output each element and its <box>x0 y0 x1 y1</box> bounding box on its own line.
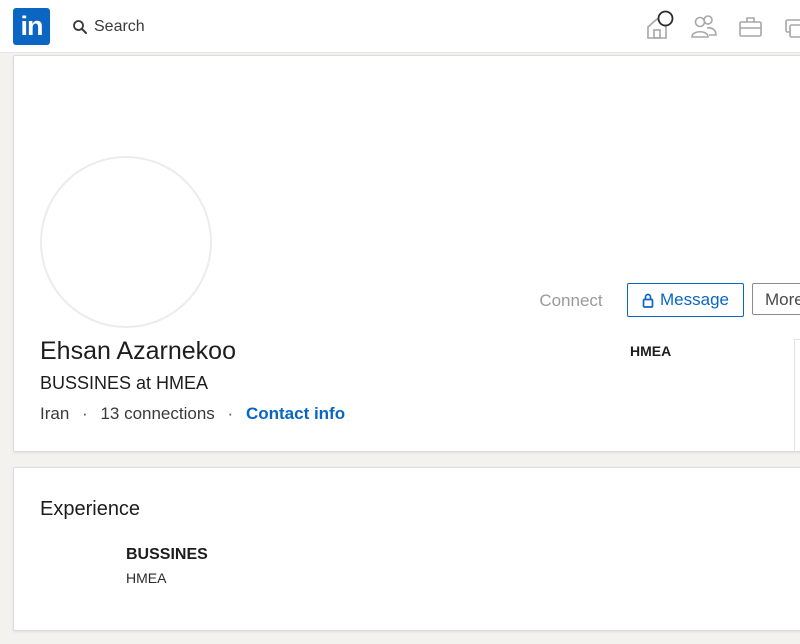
messaging-icon[interactable] <box>784 10 800 42</box>
jobs-icon[interactable] <box>737 10 767 42</box>
side-panel <box>794 339 800 450</box>
search-icon <box>73 20 87 34</box>
search-bar[interactable]: Search <box>72 16 145 38</box>
search-label: Search <box>94 18 145 35</box>
top-nav-bar: in Search <box>0 0 800 53</box>
avatar[interactable] <box>40 156 212 328</box>
separator-dot: · <box>82 404 88 423</box>
location: Iran <box>40 404 70 423</box>
lock-icon <box>642 293 654 308</box>
separator-dot: · <box>227 404 234 423</box>
profile-card: Connect Message More Ehsan Azarnekoo BUS… <box>13 55 800 452</box>
message-label: Message <box>660 290 729 309</box>
experience-company: HMEA <box>126 570 167 586</box>
my-network-icon[interactable] <box>690 10 720 42</box>
profile-headline: BUSSINES at HMEA <box>40 373 209 393</box>
current-company[interactable]: HMEA <box>630 343 671 359</box>
experience-role: BUSSINES <box>126 546 208 563</box>
connect-button[interactable]: Connect <box>526 286 616 316</box>
experience-card: Experience BUSSINES HMEA <box>13 467 800 631</box>
contact-info-link[interactable]: Contact info <box>246 404 345 423</box>
profile-meta: Iran · 13 connections · Contact info <box>40 404 345 424</box>
message-button[interactable]: Message <box>627 283 744 317</box>
home-icon[interactable] <box>644 10 674 42</box>
connections-count[interactable]: 13 connections <box>100 404 214 423</box>
experience-title: Experience <box>40 498 141 520</box>
profile-name: Ehsan Azarnekoo <box>40 337 236 365</box>
more-button[interactable]: More <box>752 283 800 315</box>
linkedin-logo[interactable]: in <box>13 8 50 45</box>
